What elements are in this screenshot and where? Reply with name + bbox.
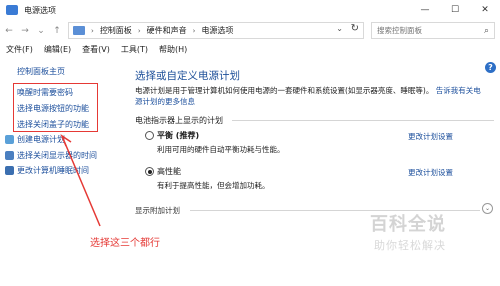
watermark-subtitle: 助你轻松解决 xyxy=(374,239,446,252)
plan-high-performance-desc: 有利于提高性能，但会增加功耗。 xyxy=(157,181,270,190)
page-title: 选择或自定义电源计划 xyxy=(135,70,240,82)
show-additional-plans[interactable]: 显示附加计划 xyxy=(135,205,180,216)
title-bar: 电源选项 — ☐ ✕ xyxy=(0,0,500,20)
search-box[interactable]: ⌕ xyxy=(371,22,495,39)
maximize-button[interactable]: ☐ xyxy=(440,0,470,20)
section-divider xyxy=(232,120,494,121)
address-dropdown-icon[interactable]: ⌄ xyxy=(336,24,343,33)
description-text: 电源计划是用于管理计算机如何使用电源的一套硬件和系统设置(如显示器亮度、睡眠等)… xyxy=(135,86,434,95)
annotation-text: 选择这三个都行 xyxy=(90,238,160,249)
plan-balanced-settings-link[interactable]: 更改计划设置 xyxy=(408,131,453,142)
up-arrow-icon[interactable]: ↑ xyxy=(50,23,64,39)
chevron-right-icon: › xyxy=(91,26,94,35)
refresh-icon[interactable]: ↻ xyxy=(351,23,359,34)
control-panel-icon xyxy=(73,26,85,35)
menu-view[interactable]: 查看(V) xyxy=(82,44,110,55)
recent-locations-icon[interactable]: ⌄ xyxy=(34,23,48,39)
breadcrumb-power-options[interactable]: 电源选项 xyxy=(201,25,233,36)
plan-balanced-desc: 利用可用的硬件自动平衡功耗与性能。 xyxy=(157,145,285,154)
section-title: 电池指示器上显示的计划 xyxy=(135,116,223,125)
navigation-bar: ← → ⌄ ↑ › 控制面板 › 硬件和声音 › 电源选项 ⌄ ↻ ⌕ xyxy=(0,20,500,42)
window-title: 电源选项 xyxy=(24,5,56,15)
search-icon[interactable]: ⌕ xyxy=(484,26,489,36)
forward-arrow-icon[interactable]: → xyxy=(18,23,32,39)
plan-high-performance-name: 高性能 xyxy=(157,167,181,176)
plan-high-performance-radio[interactable] xyxy=(145,167,154,176)
chevron-right-icon: › xyxy=(137,26,141,35)
annotation-arrow xyxy=(60,134,101,227)
search-input[interactable] xyxy=(377,26,477,35)
menu-file[interactable]: 文件(F) xyxy=(6,44,33,55)
sidebar-link-create-plan[interactable]: 创建电源计划 xyxy=(17,134,65,145)
menu-edit[interactable]: 编辑(E) xyxy=(44,44,71,55)
address-bar[interactable]: › 控制面板 › 硬件和声音 › 电源选项 ⌄ ↻ xyxy=(68,22,364,39)
back-arrow-icon[interactable]: ← xyxy=(2,23,16,39)
plan-balanced-radio[interactable] xyxy=(145,131,154,140)
page-description: 电源计划是用于管理计算机如何使用电源的一套硬件和系统设置(如显示器亮度、睡眠等)… xyxy=(135,85,485,107)
plan-balanced-name: 平衡 (推荐) xyxy=(157,131,200,140)
chevron-right-icon: › xyxy=(192,26,196,35)
menu-help[interactable]: 帮助(H) xyxy=(159,44,187,55)
plan-high-performance-settings-link[interactable]: 更改计划设置 xyxy=(408,167,453,178)
menu-tools[interactable]: 工具(T) xyxy=(121,44,148,55)
help-icon[interactable]: ? xyxy=(485,62,496,73)
power-options-icon xyxy=(6,5,18,15)
annotation-highlight-box xyxy=(13,83,98,132)
expand-chevron-icon[interactable]: ⌄ xyxy=(482,203,493,214)
minimize-button[interactable]: — xyxy=(410,0,440,20)
create-plan-icon xyxy=(5,135,14,144)
monitor-icon xyxy=(5,151,14,160)
watermark-title: 百科全说 xyxy=(370,214,446,235)
close-button[interactable]: ✕ xyxy=(470,0,500,20)
window-controls: — ☐ ✕ xyxy=(410,0,500,20)
breadcrumb-hardware-sound[interactable]: 硬件和声音 xyxy=(147,25,187,36)
breadcrumb-control-panel[interactable]: 控制面板 xyxy=(100,25,132,36)
menu-bar: 文件(F) 编辑(E) 查看(V) 工具(T) 帮助(H) xyxy=(0,42,500,56)
sidebar-home-link[interactable]: 控制面板主页 xyxy=(17,66,65,77)
sleep-icon xyxy=(5,166,14,175)
